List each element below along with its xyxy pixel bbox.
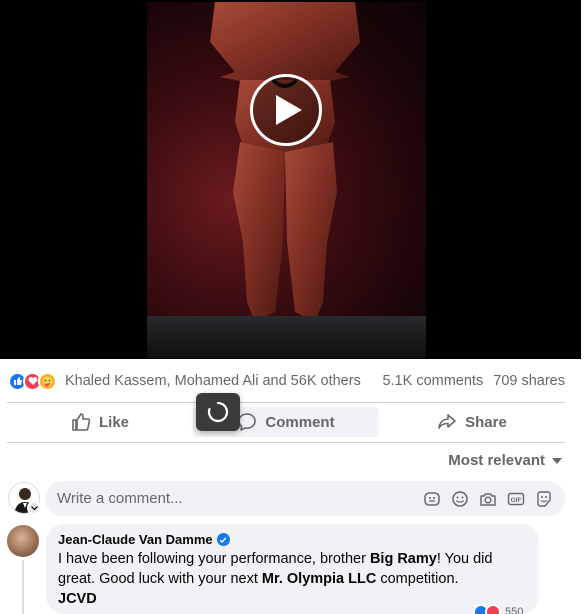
comment-label: Comment (265, 413, 335, 431)
mention-link[interactable]: Mr. Olympia LLC (262, 571, 376, 587)
comment-author-name[interactable]: Jean-Claude Van Damme (58, 532, 213, 547)
comment-sort-dropdown[interactable]: Most relevant (448, 452, 563, 469)
comment-author[interactable]: Jean-Claude Van Damme (58, 532, 527, 547)
love-icon (485, 604, 501, 614)
comment-input[interactable] (57, 490, 417, 507)
camera-icon[interactable] (478, 489, 497, 508)
comments-count[interactable]: 5.1K comments (382, 373, 483, 389)
shares-count[interactable]: 709 shares (493, 373, 565, 389)
post-actions: Like Comment Share (7, 405, 565, 439)
mention-link[interactable]: Big Ramy (370, 551, 437, 567)
reaction-icons[interactable] (8, 371, 57, 391)
comment-composer[interactable]: GIF (45, 481, 565, 516)
comment-icon (238, 413, 257, 431)
emoji-icon[interactable] (450, 489, 469, 508)
profile-switch-badge[interactable] (27, 501, 41, 515)
sticker-icon[interactable] (534, 489, 553, 508)
reactions-summary: Khaled Kassem, Mohamed Ali and 56K other… (8, 370, 568, 392)
chevron-down-icon (552, 457, 562, 464)
verified-badge-icon (216, 533, 230, 546)
video-player[interactable] (0, 0, 581, 359)
sort-label: Most relevant (448, 452, 545, 469)
avatar-sticker-icon[interactable] (422, 489, 441, 508)
like-button[interactable]: Like (7, 405, 193, 439)
comment-bubble: Jean-Claude Van Damme I have been follow… (46, 524, 539, 614)
svg-text:GIF: GIF (510, 497, 521, 504)
play-button[interactable] (250, 74, 322, 146)
reply-thread-line (22, 560, 24, 614)
divider (7, 402, 565, 403)
thumbs-up-icon (72, 413, 91, 431)
loading-spinner (196, 393, 240, 431)
chevron-down-icon (30, 505, 38, 510)
share-label: Share (465, 413, 507, 431)
share-button[interactable]: Share (379, 405, 565, 439)
comment-signature: JCVD (58, 591, 97, 607)
video-frame (147, 2, 426, 358)
composer-tools: GIF (422, 489, 553, 508)
engagement-counts: 5.1K comments 709 shares (382, 373, 565, 389)
comment-reactions[interactable]: 550 (473, 604, 523, 614)
gif-icon[interactable]: GIF (506, 489, 525, 508)
divider (7, 442, 565, 443)
play-icon (276, 95, 302, 125)
like-label: Like (98, 413, 129, 431)
spinner-icon (207, 401, 229, 423)
share-icon (438, 414, 456, 429)
care-icon (38, 371, 57, 391)
stage-floor (147, 316, 426, 358)
comment-text: I have been following your performance, … (58, 551, 493, 607)
reaction-names[interactable]: Khaled Kassem, Mohamed Ali and 56K other… (65, 373, 361, 389)
commenter-avatar[interactable] (7, 525, 39, 557)
comment-reaction-count: 550 (505, 606, 524, 614)
video-thumbnail-figure (210, 2, 360, 322)
